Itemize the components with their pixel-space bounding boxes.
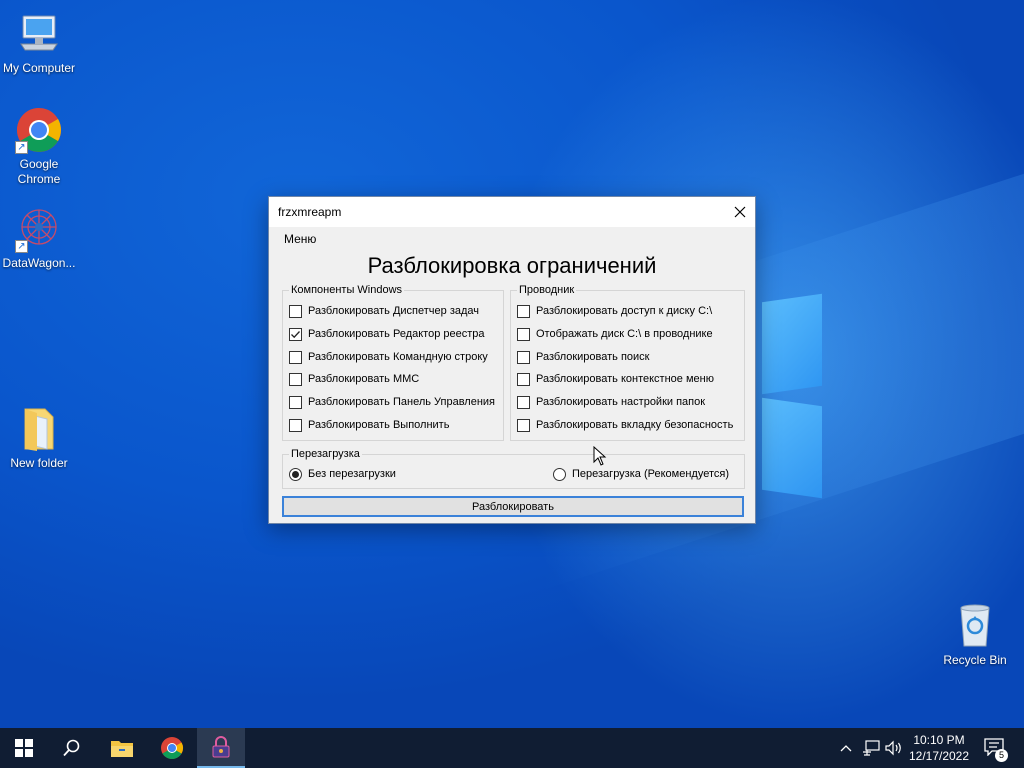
network-icon [863,740,880,756]
checkbox-box[interactable] [289,418,302,432]
lock-app-icon [212,736,230,758]
checkbox-label: Разблокировать MMC [308,373,420,385]
chrome-icon [161,737,183,759]
network-button[interactable] [862,740,880,756]
desktop-icon-new-folder[interactable]: New folder [1,405,77,471]
taskbar-chrome[interactable] [148,728,196,768]
desktop-icon-my-computer[interactable]: My Computer [1,10,77,76]
checkbox-label: Разблокировать контекстное меню [536,373,714,385]
start-icon [15,739,33,757]
taskbar-file-explorer[interactable] [98,728,146,768]
checkbox-label: Разблокировать Редактор реестра [308,328,485,340]
close-icon [734,206,746,218]
checkbox-box[interactable] [289,327,302,341]
chevron-up-icon [840,745,852,752]
menu-item-menu[interactable]: Меню [284,232,316,246]
radio-no-reboot[interactable]: Без перезагрузки [289,466,396,482]
group-title: Компоненты Windows [289,283,405,297]
radio-reboot-recommended[interactable]: Перезагрузка (Рекомендуется) [553,466,729,482]
chrome-icon: ↗ [15,106,63,154]
taskbar-unlock-app[interactable] [197,728,245,768]
desktop-icon-label: Google Chrome [17,157,61,186]
desktop-icon-label: DataWagon... [2,256,76,270]
explorer-group: Проводник Разблокировать доступ к диску … [510,283,745,441]
radio-button[interactable] [289,467,302,481]
desktop-icon-recycle-bin[interactable]: Recycle Bin [937,602,1013,668]
computer-icon [15,10,63,58]
checkmark-icon [291,330,300,338]
clock-time: 10:10 PM [913,733,965,747]
checkbox-box[interactable] [517,350,530,364]
checkbox-box[interactable] [289,350,302,364]
volume-button[interactable] [885,740,903,756]
checkbox-box[interactable] [289,372,302,386]
close-button[interactable] [725,197,755,227]
checkbox-label: Разблокировать Командную строку [308,351,488,363]
checkbox-unlock-security-tab[interactable]: Разблокировать вкладку безопасность [517,417,733,433]
checkbox-unlock-task-manager[interactable]: Разблокировать Диспетчер задач [289,303,479,319]
show-hidden-icons-button[interactable] [840,740,852,756]
checkbox-label: Разблокировать настройки папок [536,396,706,408]
file-explorer-icon [111,741,133,757]
radio-button[interactable] [553,467,566,481]
checkbox-box[interactable] [517,395,530,409]
search-icon [63,739,80,757]
search-button[interactable] [48,728,96,768]
checkbox-box[interactable] [289,304,302,318]
checkbox-unlock-mmc[interactable]: Разблокировать MMC [289,371,419,387]
checkbox-unlock-control-panel[interactable]: Разблокировать Панель Управления [289,394,495,410]
system-clock[interactable]: 10:10 PM 12/17/2022 [906,732,972,764]
unlock-restrictions-window: frzxmreapm Меню Разблокировка ограничени… [268,196,756,524]
checkbox-unlock-command-prompt[interactable]: Разблокировать Командную строку [289,349,488,365]
folder-icon [15,405,63,453]
window-title: frzxmreapm [278,205,342,219]
checkbox-box[interactable] [517,418,530,432]
title-bar[interactable]: frzxmreapm [269,197,755,227]
checkbox-unlock-search[interactable]: Разблокировать поиск [517,349,650,365]
group-title: Проводник [517,283,577,297]
reboot-group: Перезагрузка Без перезагрузки Перезагруз… [282,447,745,489]
checkbox-box[interactable] [289,395,302,409]
clock-date: 12/17/2022 [908,749,970,763]
desktop-icon-label: My Computer [2,61,76,75]
checkbox-label: Разблокировать доступ к диску C:\ [536,305,713,317]
group-title: Перезагрузка [289,447,362,461]
desktop-icon-label: New folder [10,456,68,470]
start-button[interactable] [0,728,48,768]
checkbox-box[interactable] [517,327,530,341]
radio-label: Без перезагрузки [308,468,396,480]
dialog-heading: Разблокировка ограничений [367,253,657,278]
checkbox-box[interactable] [517,372,530,386]
shortcut-arrow-icon: ↗ [15,141,28,154]
taskbar: 10:10 PM 12/17/2022 5 [0,728,1024,768]
action-center-button[interactable]: 5 [984,738,1008,762]
checkbox-box[interactable] [517,304,530,318]
desktop-icon-google-chrome[interactable]: ↗ Google Chrome [1,106,77,187]
shortcut-arrow-icon: ↗ [15,240,28,253]
checkbox-label: Разблокировать Выполнить [308,419,450,431]
radio-label: Перезагрузка (Рекомендуется) [572,468,729,480]
datawagon-icon: ↗ [15,205,63,253]
checkbox-unlock-folder-options[interactable]: Разблокировать настройки папок [517,394,705,410]
recycle-bin-icon [951,602,999,650]
menu-bar: Меню [269,228,755,248]
checkbox-unlock-registry-editor[interactable]: Разблокировать Редактор реестра [289,326,485,342]
checkbox-label: Разблокировать Диспетчер задач [308,305,480,317]
checkbox-unlock-drive-c-access[interactable]: Разблокировать доступ к диску C:\ [517,303,712,319]
checkbox-show-drive-c[interactable]: Отображать диск C:\ в проводнике [517,326,713,342]
desktop-icon-label: Recycle Bin [943,653,1007,667]
checkbox-label: Разблокировать Панель Управления [308,396,496,408]
checkbox-unlock-run[interactable]: Разблокировать Выполнить [289,417,449,433]
windows-components-group: Компоненты Windows Разблокировать Диспет… [282,283,504,441]
speaker-icon [885,740,901,756]
mouse-cursor-icon [593,446,607,466]
notification-count-badge: 5 [995,749,1008,762]
checkbox-label: Разблокировать поиск [536,351,650,363]
unlock-button[interactable]: Разблокировать [282,496,744,517]
checkbox-label: Разблокировать вкладку безопасность [536,419,734,431]
checkbox-unlock-context-menu[interactable]: Разблокировать контекстное меню [517,371,714,387]
checkbox-label: Отображать диск C:\ в проводнике [536,328,713,340]
desktop-icon-datawagon[interactable]: ↗ DataWagon... [1,205,77,271]
